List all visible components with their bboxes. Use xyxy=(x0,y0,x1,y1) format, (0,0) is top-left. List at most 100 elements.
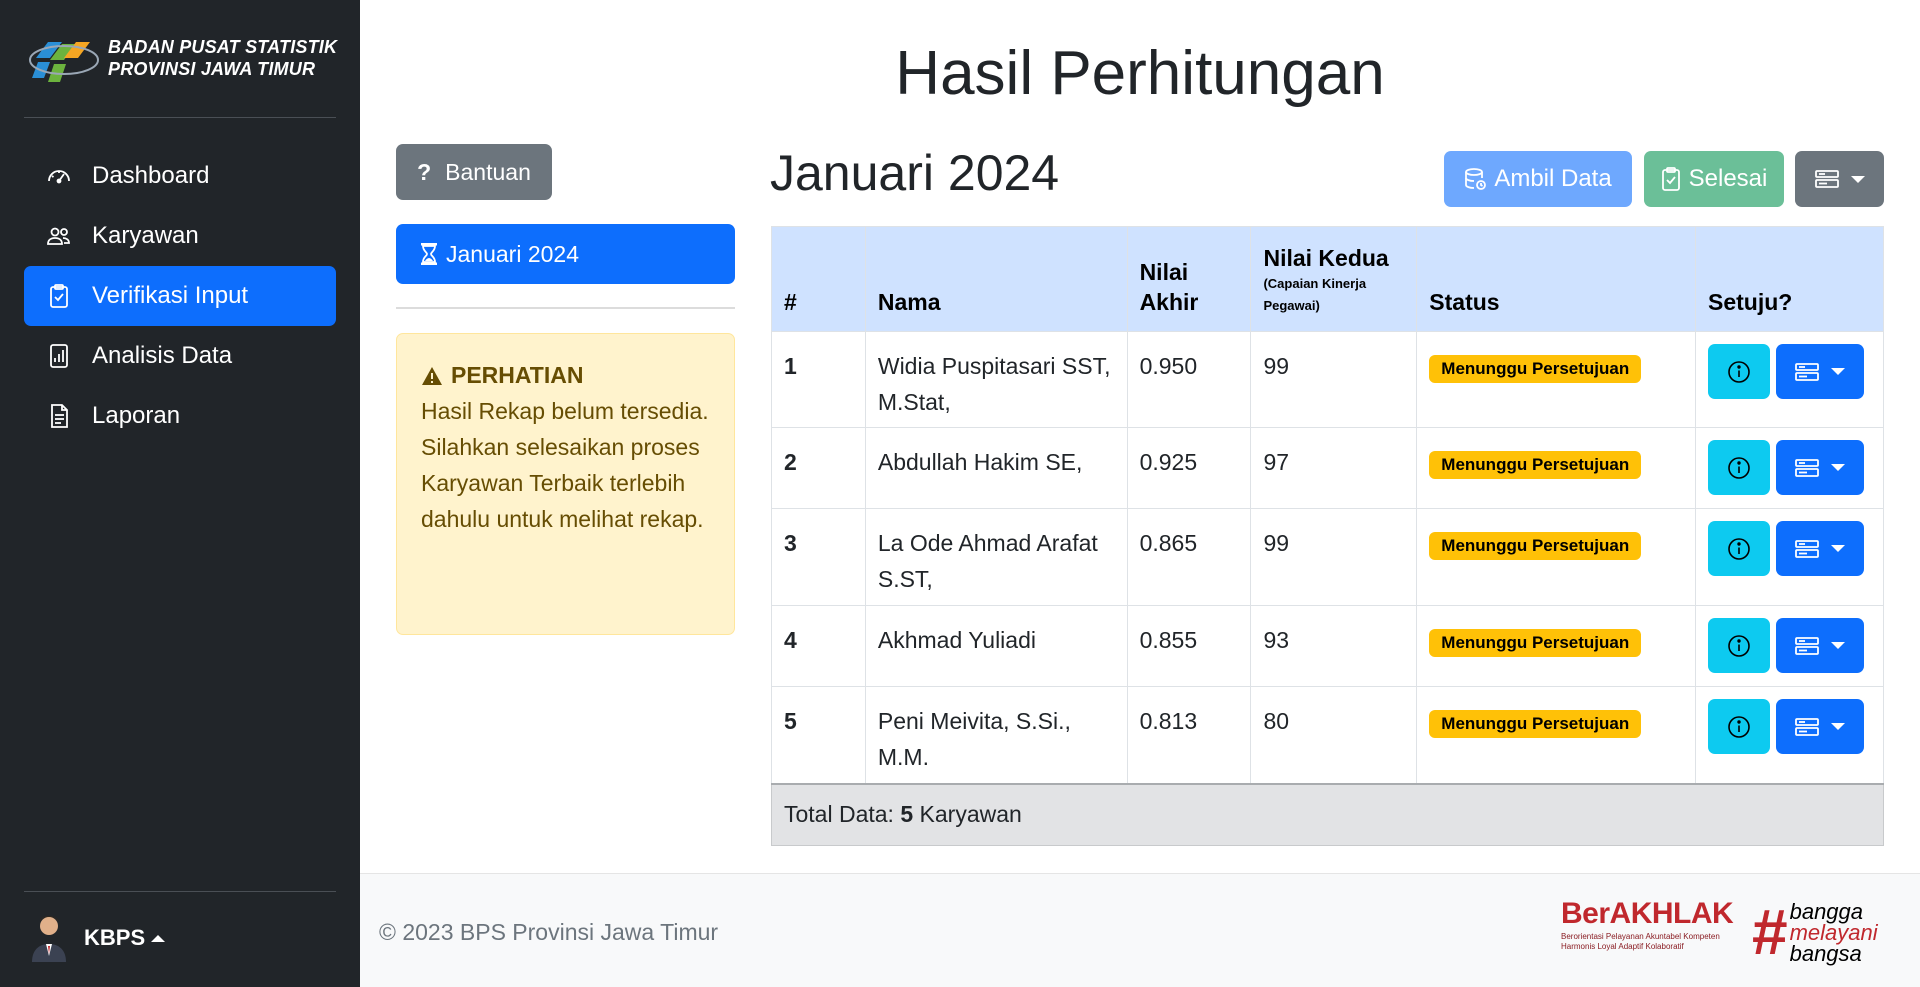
brand[interactable]: BADAN PUSAT STATISTIK PROVINSI JAWA TIMU… xyxy=(28,28,338,88)
cell-status: Menunggu Persetujuan xyxy=(1416,686,1696,784)
info-icon xyxy=(1728,715,1750,738)
cell-actions xyxy=(1694,605,1885,687)
table-footer-row: Total Data: 5 Karyawan xyxy=(771,782,1884,846)
status-badge: Menunggu Persetujuan xyxy=(1429,355,1642,383)
total-data: Total Data: 5 Karyawan xyxy=(771,782,1884,846)
info-button[interactable] xyxy=(1707,521,1770,576)
row-action-dropdown[interactable] xyxy=(1775,521,1864,576)
cell-nama: Widia Puspitasari SST, M.Stat, xyxy=(864,331,1128,428)
hourglass-icon xyxy=(420,243,438,265)
ambil-data-button[interactable]: Ambil Data xyxy=(1444,151,1632,207)
page-title: Hasil Perhitungan xyxy=(895,39,1385,108)
sidebar-item-verifikasi-input[interactable]: Verifikasi Input xyxy=(24,266,336,326)
menu-button-icon xyxy=(1795,636,1819,655)
chevron-down-icon xyxy=(1850,175,1865,183)
info-button[interactable] xyxy=(1707,344,1770,399)
user-name: KBPS xyxy=(84,925,146,950)
sidebar-divider-bottom xyxy=(24,891,336,892)
row-action-dropdown[interactable] xyxy=(1775,440,1864,495)
bangga-line-2: melayani xyxy=(1789,919,1878,945)
cell-num: 4 xyxy=(771,605,866,687)
col-header-setuju: Setuju? xyxy=(1694,226,1885,332)
copyright: © 2023 BPS Provinsi Jawa Timur xyxy=(379,919,719,945)
sidebar-item-label: Laporan xyxy=(92,402,181,429)
info-icon xyxy=(1728,537,1750,560)
bps-logo xyxy=(28,28,100,88)
chevron-down-icon xyxy=(1830,545,1845,552)
sidebar-item-karyawan[interactable]: Karyawan xyxy=(24,206,336,266)
selesai-button[interactable]: Selesai xyxy=(1644,151,1784,207)
berakhlak-title: BerAKHLAK xyxy=(1561,897,1734,930)
cell-actions xyxy=(1694,331,1885,428)
cell-nilai-akhir: 0.855 xyxy=(1126,605,1252,687)
status-badge: Menunggu Persetujuan xyxy=(1429,629,1642,657)
bangga-text: bangga melayani bangsa xyxy=(1789,900,1878,966)
brand-line-1: BADAN PUSAT STATISTIK xyxy=(108,37,338,57)
cell-nilai-kedua: 99 xyxy=(1250,508,1418,606)
row-actions xyxy=(1707,344,1871,399)
alert-title: PERHATIAN xyxy=(421,362,710,389)
table-row: 2 Abdullah Hakim SE, 0.925 97 Menunggu P… xyxy=(771,427,1885,509)
status-badge: Menunggu Persetujuan xyxy=(1429,532,1642,560)
info-button[interactable] xyxy=(1707,440,1770,495)
alert-title-text: PERHATIAN xyxy=(451,362,584,388)
berakhlak-line-2: Harmonis Loyal Adaptif Kolaboratif xyxy=(1561,942,1684,951)
info-button[interactable] xyxy=(1707,699,1770,754)
people-icon xyxy=(46,223,72,249)
total-prefix: Total Data: xyxy=(784,801,894,828)
file-chart-icon xyxy=(46,343,72,369)
menu-button-icon xyxy=(1814,169,1839,189)
total-count: 5 xyxy=(900,801,914,828)
clipboard-check-icon xyxy=(1661,167,1681,191)
brand-text: BADAN PUSAT STATISTIK PROVINSI JAWA TIMU… xyxy=(108,36,337,80)
alert-text: Hasil Rekap belum tersedia. Silahkan sel… xyxy=(421,398,709,532)
warning-icon xyxy=(421,366,443,386)
database-icon xyxy=(1464,167,1487,191)
user-menu[interactable]: KBPS xyxy=(28,912,166,964)
caret-up-icon xyxy=(151,934,166,942)
cell-num: 1 xyxy=(771,331,866,428)
row-action-dropdown[interactable] xyxy=(1775,618,1864,673)
status-badge: Menunggu Persetujuan xyxy=(1429,710,1642,738)
bangga-melayani-logo: # bangga melayani bangsa xyxy=(1752,896,1912,968)
row-actions xyxy=(1707,699,1871,754)
file-text-icon xyxy=(46,403,72,429)
berakhlak-logo: BerAKHLAK Berorientasi Pelayanan Akuntab… xyxy=(1561,896,1741,968)
sidebar-item-laporan[interactable]: Laporan xyxy=(24,386,336,446)
results-table: # Nama Nilai Akhir Nilai Kedua (Capaian … xyxy=(771,226,1885,846)
sidebar-item-analisis-data[interactable]: Analisis Data xyxy=(24,326,336,386)
warning-alert: PERHATIAN Hasil Rekap belum tersedia. Si… xyxy=(396,333,735,635)
more-actions-dropdown[interactable] xyxy=(1795,151,1884,207)
cell-status: Menunggu Persetujuan xyxy=(1416,331,1696,428)
cell-status: Menunggu Persetujuan xyxy=(1416,508,1696,606)
cell-nama: Peni Meivita, S.Si., M.M. xyxy=(864,686,1128,784)
cell-nama: La Ode Ahmad Arafat S.ST, xyxy=(864,508,1128,606)
help-button[interactable]: ? Bantuan xyxy=(396,144,552,200)
col-header-nilai-kedua-sub: (Capaian Kinerja Pegawai) xyxy=(1263,276,1367,313)
period-button[interactable]: Januari 2024 xyxy=(396,224,735,284)
cell-nilai-akhir: 0.950 xyxy=(1126,331,1252,428)
col-header-nilai-akhir: Nilai Akhir xyxy=(1126,226,1252,332)
berakhlak-line-1: Berorientasi Pelayanan Akuntabel Kompete… xyxy=(1561,932,1720,941)
info-button[interactable] xyxy=(1707,618,1770,673)
cell-num: 2 xyxy=(771,427,866,509)
cell-nilai-kedua: 80 xyxy=(1250,686,1418,784)
cell-status: Menunggu Persetujuan xyxy=(1416,427,1696,509)
clipboard-check-icon xyxy=(46,283,72,309)
sidebar-item-dashboard[interactable]: Dashboard xyxy=(24,146,336,206)
row-action-dropdown[interactable] xyxy=(1775,699,1864,754)
chevron-down-icon xyxy=(1830,723,1845,730)
cell-actions xyxy=(1694,686,1885,784)
cell-nilai-akhir: 0.925 xyxy=(1126,427,1252,509)
cell-nilai-kedua: 97 xyxy=(1250,427,1418,509)
chevron-down-icon xyxy=(1830,368,1845,375)
table-row: 5 Peni Meivita, S.Si., M.M. 0.813 80 Men… xyxy=(771,686,1885,784)
info-icon xyxy=(1728,634,1750,657)
cell-nilai-akhir: 0.813 xyxy=(1126,686,1252,784)
table-header-row: # Nama Nilai Akhir Nilai Kedua (Capaian … xyxy=(771,226,1885,332)
avatar xyxy=(28,912,70,964)
cell-nilai-kedua: 99 xyxy=(1250,331,1418,428)
chevron-down-icon xyxy=(1830,642,1845,649)
row-action-dropdown[interactable] xyxy=(1775,344,1864,399)
bangga-line-3: bangsa xyxy=(1789,940,1862,966)
